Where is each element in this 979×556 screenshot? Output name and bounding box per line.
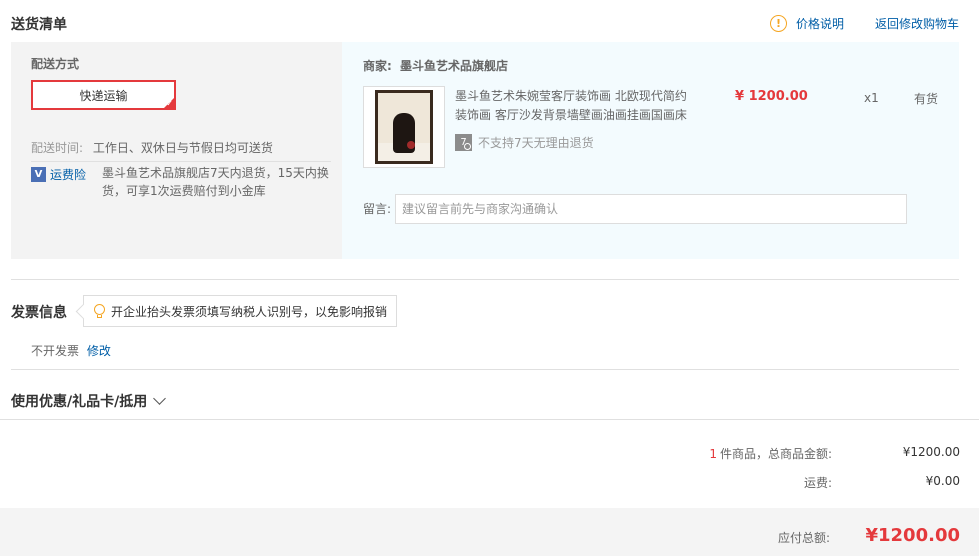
product-quantity: x1: [864, 91, 879, 105]
price-info-label: 价格说明: [796, 17, 845, 31]
message-input[interactable]: [395, 194, 907, 224]
shipping-option-label: 快递运输: [79, 88, 128, 103]
shield-icon: V: [31, 167, 46, 182]
payable-label: 应付总额:: [777, 531, 830, 545]
product-price: ¥ 1200.00: [735, 89, 808, 104]
no-return-icon: 7: [455, 134, 472, 151]
price-info-link[interactable]: ! 价格说明: [770, 15, 844, 32]
invoice-tip: 开企业抬头发票须填写纳税人识别号，以免影响报销: [83, 295, 397, 327]
invoice-status-text: 不开发票: [31, 344, 80, 358]
invoice-edit-link[interactable]: 修改: [87, 344, 111, 358]
message-label: 留言:: [363, 202, 392, 216]
chevron-down-icon: [153, 392, 167, 405]
delivery-list-title: 送货清单: [11, 17, 67, 33]
section-divider: [0, 419, 979, 420]
merchant-label: 商家:: [363, 59, 392, 73]
invoice-status: 不开发票 修改: [31, 342, 111, 359]
merchant-header: 商家: 墨斗鱼艺术品旗舰店: [363, 57, 508, 74]
section-divider: [11, 369, 959, 370]
shipping-fee-label: 运费:: [803, 476, 832, 490]
divider: [31, 161, 331, 162]
merchant-name: 墨斗鱼艺术品旗舰店: [400, 59, 509, 73]
return-policy: 7 不支持7天无理由退货: [455, 134, 594, 151]
return-policy-text: 不支持7天无理由退货: [478, 136, 594, 150]
shipping-method-title: 配送方式: [31, 57, 80, 71]
item-count-summary: 1 件商品，总商品金额:: [600, 445, 832, 462]
product-thumbnail[interactable]: [363, 86, 445, 168]
warning-icon: !: [770, 15, 787, 32]
lightbulb-icon: [94, 303, 105, 319]
shipping-option-express[interactable]: 快递运输 ✓: [31, 80, 176, 110]
invoice-title: 发票信息: [11, 305, 67, 321]
goods-total: ¥1200.00: [902, 445, 960, 459]
stock-status: 有货: [914, 92, 939, 106]
check-icon: ✓: [166, 99, 173, 108]
section-divider: [11, 279, 959, 280]
freight-insurance-label: 运费险: [50, 168, 87, 182]
painting-image: [375, 90, 433, 164]
freight-insurance-badge[interactable]: V 运费险: [31, 166, 86, 183]
item-count: 1: [709, 447, 717, 461]
freight-insurance-desc: 墨斗鱼艺术品旗舰店7天内退货，15天内换货，可享1次运费赔付到小金库: [102, 166, 329, 198]
coupon-title: 使用优惠/礼品卡/抵用: [11, 394, 148, 410]
invoice-tip-text: 开企业抬头发票须填写纳税人识别号，以免影响报销: [111, 304, 388, 319]
payable-bar: [0, 508, 979, 556]
delivery-time-label: 配送时间:: [31, 141, 84, 155]
delivery-time-value: 工作日、双休日与节假日均可送货: [92, 141, 273, 155]
shipping-fee: ¥0.00: [925, 474, 960, 488]
delivery-time: 配送时间: 工作日、双休日与节假日均可送货: [31, 139, 273, 156]
item-count-label: 件商品，总商品金额:: [719, 447, 832, 461]
back-to-cart-link[interactable]: 返回修改购物车: [875, 15, 959, 32]
payable-total: ¥1200.00: [865, 525, 960, 546]
checkout-page: 送货清单 ! 价格说明 返回修改购物车 配送方式 快递运输 ✓ 配送时间: 工作…: [0, 0, 979, 556]
product-name[interactable]: 墨斗鱼艺术朱婉莹客厅装饰画 北欧现代简约装饰画 客厅沙发背景墙壁画油画挂画国画床: [455, 87, 695, 125]
coupon-toggle[interactable]: 使用优惠/礼品卡/抵用: [11, 391, 167, 411]
